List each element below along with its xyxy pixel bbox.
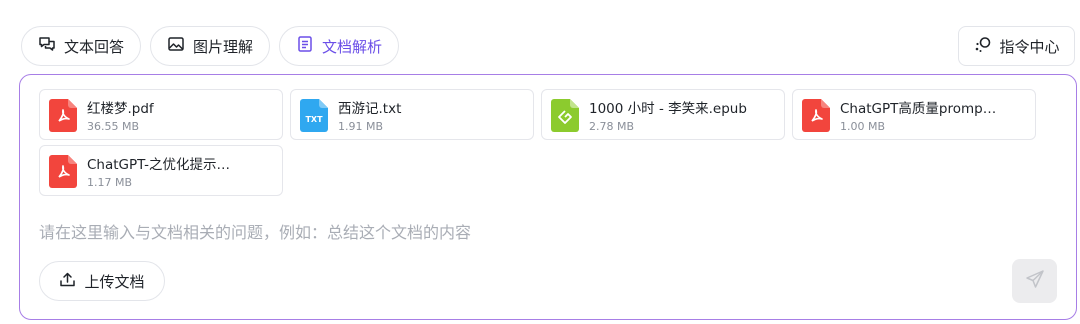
question-input[interactable]: 请在这里输入与文档相关的问题，例如：总结这个文档的内容: [39, 219, 471, 243]
txt-file-icon: TXT: [300, 99, 328, 132]
upload-document-button[interactable]: 上传文档: [39, 261, 165, 301]
epub-file-icon: [551, 99, 579, 132]
file-card[interactable]: ChatGPT-之优化提示… 1.17 MB: [39, 145, 283, 196]
file-card[interactable]: 红楼梦.pdf 36.55 MB: [39, 89, 283, 140]
image-icon: [167, 35, 185, 57]
tab-image-understanding[interactable]: 图片理解: [150, 26, 271, 66]
file-card[interactable]: TXT 西游记.txt 1.91 MB: [290, 89, 534, 140]
file-size: 2.78 MB: [589, 120, 635, 133]
command-center-icon: [973, 34, 993, 58]
file-name: ChatGPT高质量promp…: [840, 101, 997, 117]
send-icon: [1025, 269, 1045, 293]
file-size: 1.00 MB: [840, 120, 886, 133]
command-center-label: 指令中心: [999, 37, 1060, 56]
upload-label: 上传文档: [84, 272, 145, 291]
upload-icon: [59, 271, 76, 292]
file-size: 36.55 MB: [87, 120, 140, 133]
pdf-file-icon: [49, 155, 77, 188]
file-name: ChatGPT-之优化提示…: [87, 157, 231, 173]
file-name: 红楼梦.pdf: [87, 101, 154, 117]
document-icon: [296, 35, 314, 57]
send-button[interactable]: [1012, 259, 1057, 303]
tab-label: 图片理解: [193, 37, 254, 56]
pdf-file-icon: [49, 99, 77, 132]
pdf-file-icon: [802, 99, 830, 132]
txt-badge: TXT: [305, 115, 323, 124]
file-card[interactable]: ChatGPT高质量promp… 1.00 MB: [792, 89, 1036, 140]
tab-document-parsing[interactable]: 文档解析: [279, 26, 400, 66]
mode-tabs: 文本回答 图片理解 文档解析: [21, 26, 400, 66]
file-size: 1.17 MB: [87, 176, 133, 189]
command-center-button[interactable]: 指令中心: [958, 26, 1075, 66]
file-card[interactable]: 1000 小时 - 李笑来.epub 2.78 MB: [541, 89, 785, 140]
document-input-panel: 红楼梦.pdf 36.55 MB TXT 西游记.txt 1.91 MB 100…: [19, 74, 1077, 320]
tab-label: 文本回答: [64, 37, 125, 56]
chat-bubbles-icon: [38, 35, 56, 57]
file-size: 1.91 MB: [338, 120, 384, 133]
file-name: 西游记.txt: [338, 101, 402, 117]
tab-text-answer[interactable]: 文本回答: [21, 26, 142, 66]
tab-label: 文档解析: [322, 37, 383, 56]
file-name: 1000 小时 - 李笑来.epub: [589, 101, 747, 117]
